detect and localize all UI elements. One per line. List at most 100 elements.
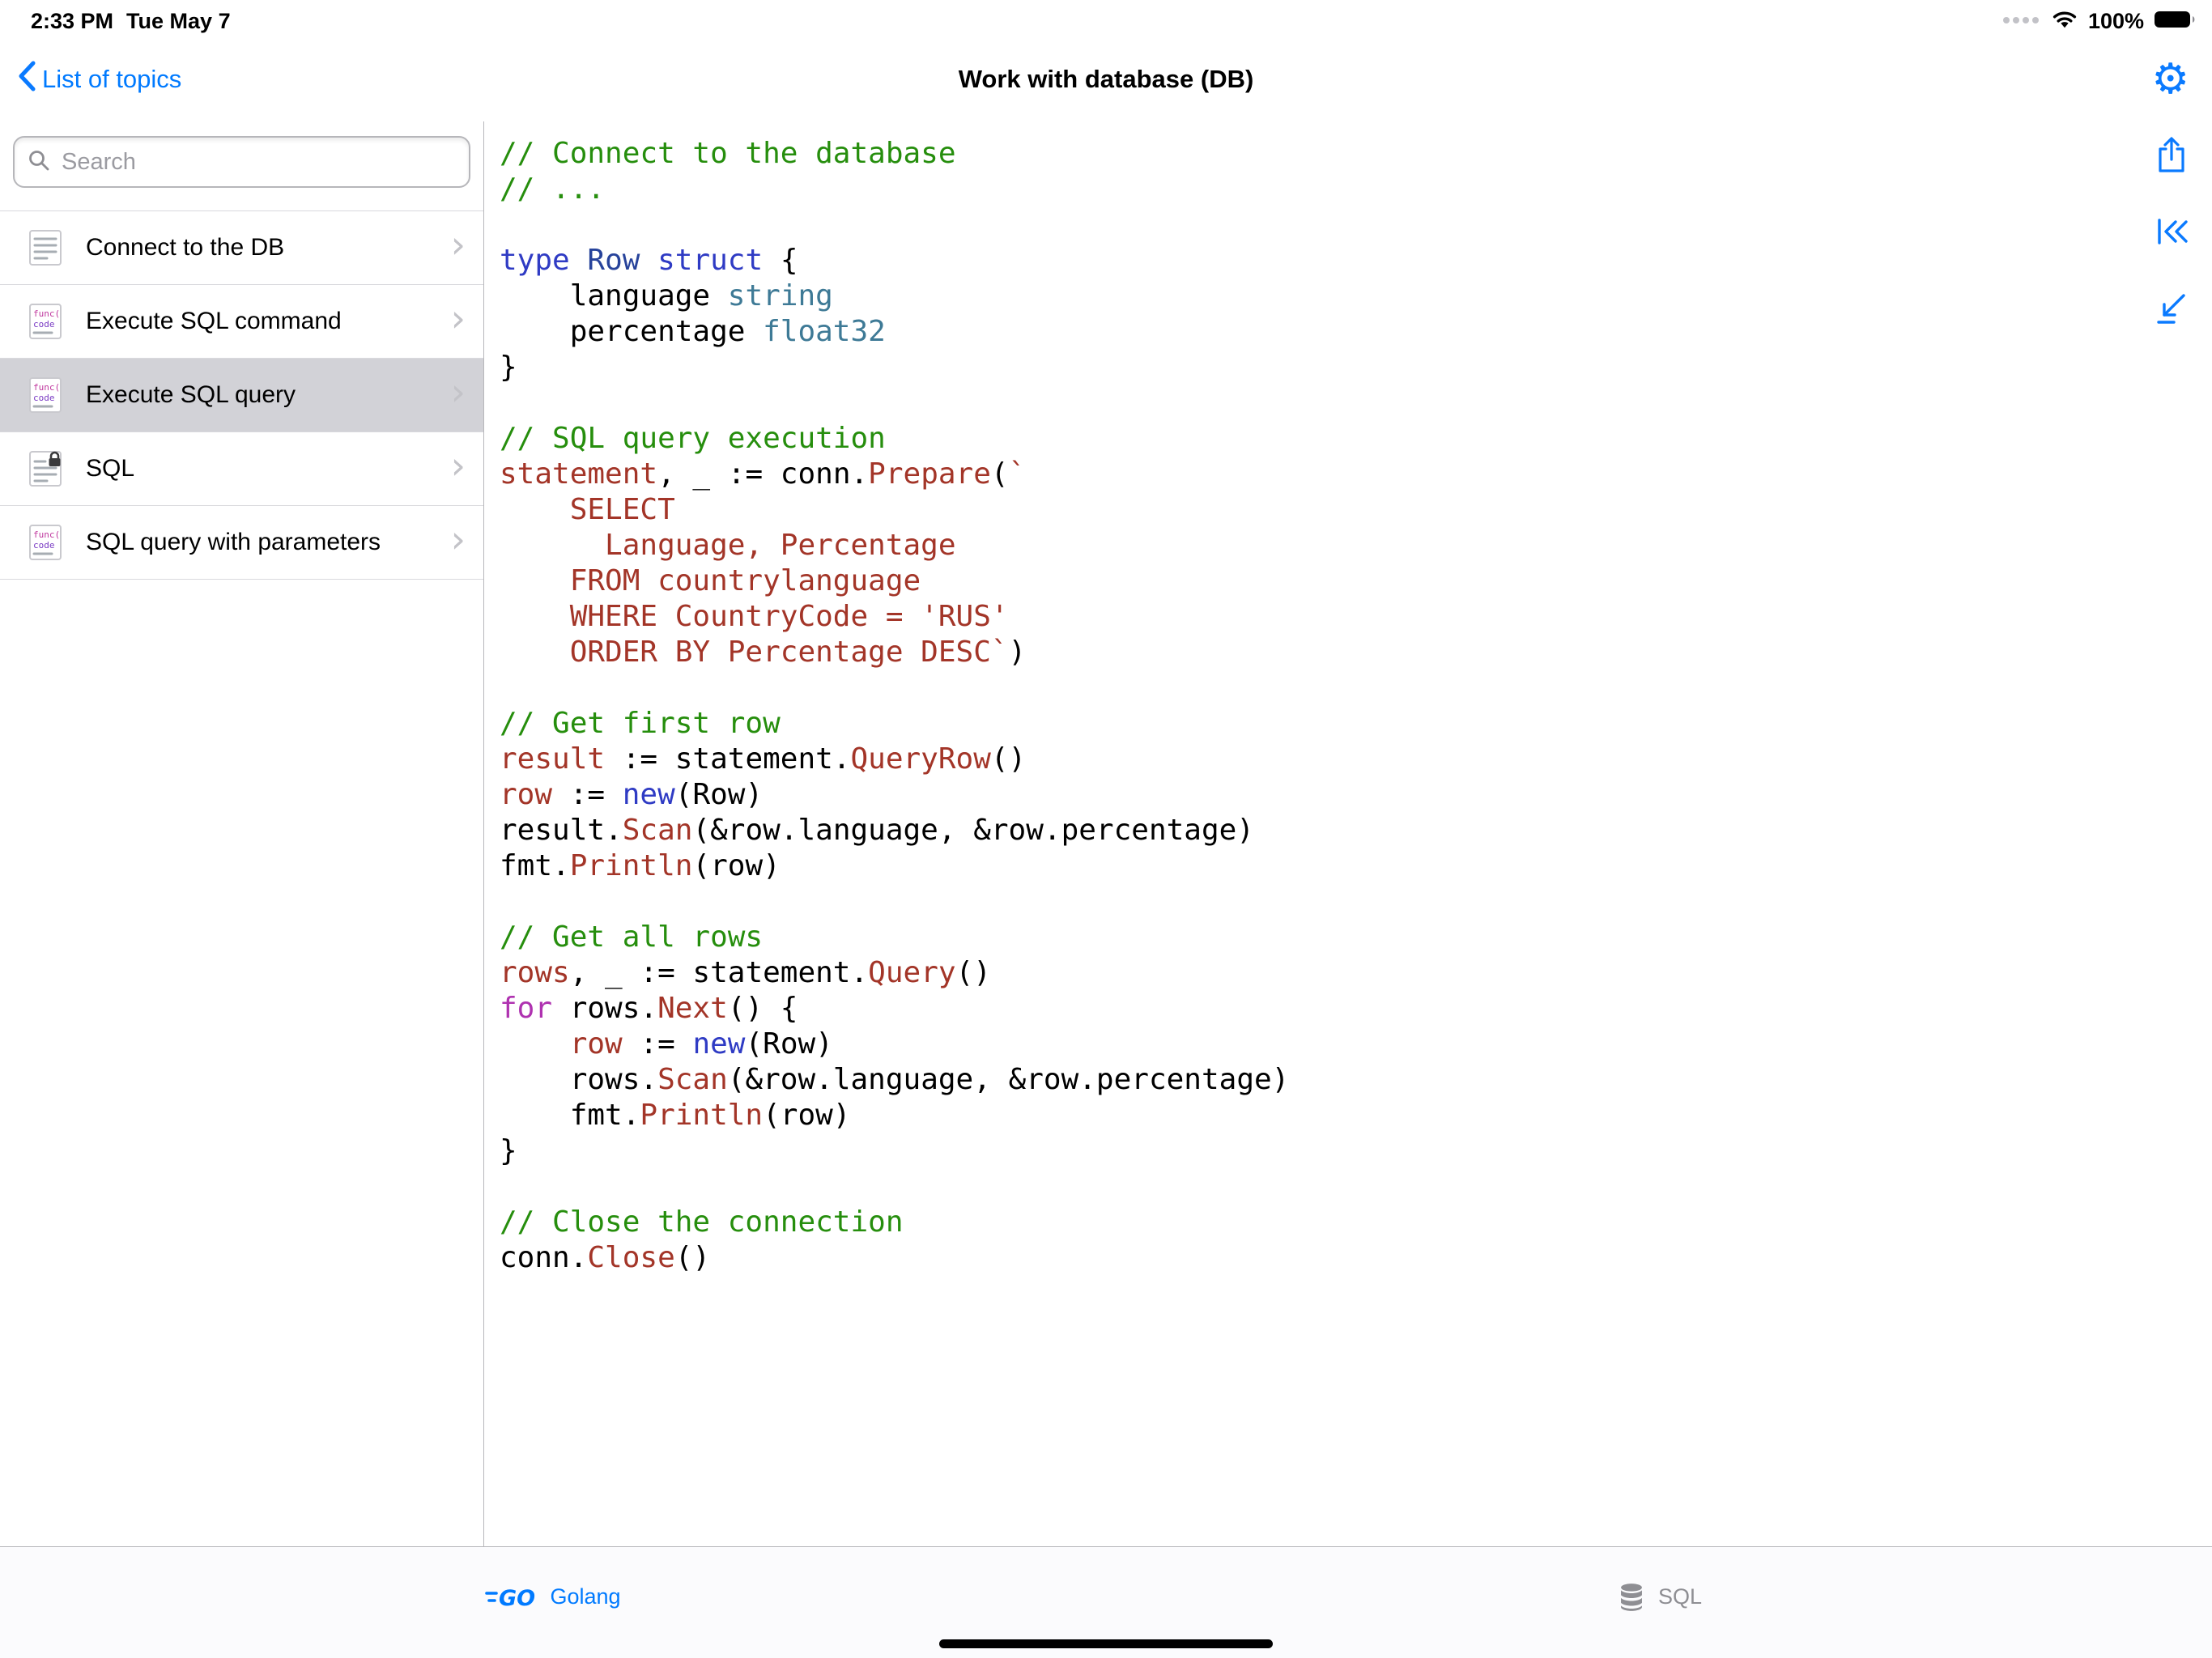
sidebar-item-label: SQL query with parameters [86,529,451,556]
sidebar-item-sql-query-with-parameters[interactable]: func(codeSQL query with parameters› [0,506,483,580]
code-token [640,244,657,277]
code-line: } [500,1133,2123,1169]
code-token: result. [500,814,623,847]
code-token: language [500,279,728,312]
sidebar-item-connect-to-the-db[interactable]: Connect to the DB› [0,211,483,285]
code-token: for [500,992,552,1025]
code-token: , _ := conn. [657,457,868,491]
page-title: Work with database (DB) [959,65,1254,94]
code-token: rows. [500,1063,657,1096]
code-line [500,207,2123,243]
code-token: row [570,1027,623,1061]
search-input[interactable] [60,148,456,176]
back-button[interactable]: List of topics [0,60,186,99]
code-token: () { [728,992,798,1025]
code-line: // Get first row [500,706,2123,742]
code-token: float32 [763,315,886,348]
svg-text:func(: func( [33,308,60,319]
code-token: string [728,279,833,312]
status-right: 100% [2002,9,2196,34]
code-line: fmt.Println(row) [500,848,2123,884]
code-token: // Close the connection [500,1205,904,1239]
code-token: (Row) [675,778,763,811]
code-token: struct [657,244,763,277]
code-line: fmt.Println(row) [500,1098,2123,1133]
code-line: // SQL query execution [500,421,2123,457]
code-token: () [956,956,991,989]
code-token: statement [500,457,657,491]
svg-text:func(: func( [33,382,60,393]
code-token: () [675,1241,710,1274]
code-token: , _ := statement. [570,956,868,989]
code-token: rows [500,956,570,989]
code-line: rows.Scan(&row.language, &row.percentage… [500,1062,2123,1098]
search-icon [28,149,50,176]
sidebar-item-label: Connect to the DB [86,234,451,261]
code-token: rows. [552,992,657,1025]
code-token: Scan [657,1063,728,1096]
status-left: 2:33 PM Tue May 7 [31,9,231,34]
sidebar-item-label: SQL [86,455,451,483]
battery-icon [2154,9,2196,34]
code-token: Query [868,956,955,989]
code-line [500,385,2123,421]
cellular-signal-icon [2002,14,2041,28]
diagonal-collapse-icon [2152,288,2191,327]
code-line: // Connect to the database [500,136,2123,172]
code-block: // Connect to the database// ... type Ro… [500,136,2123,1276]
svg-text:code: code [33,540,55,551]
status-time: 2:33 PM [31,9,113,34]
code-scroll-area[interactable]: // Connect to the database// ... type Ro… [485,121,2212,1546]
code-token: Row [587,244,640,277]
home-indicator[interactable] [939,1639,1273,1648]
code-token: } [500,351,517,384]
code-token: Println [640,1099,763,1132]
code-line: SELECT [500,492,2123,528]
code-line: ORDER BY Percentage DESC`) [500,635,2123,670]
code-token: (&row.language, &row.percentage) [692,814,1254,847]
code-line: percentage float32 [500,314,2123,350]
code-token: (row) [763,1099,850,1132]
collapse-button[interactable] [2152,288,2191,327]
sidebar-item-sql[interactable]: SQL› [0,432,483,506]
code-line: row := new(Row) [500,1027,2123,1062]
code-token: := statement. [605,742,850,776]
code-line: FROM countrylanguage [500,563,2123,599]
code-line: result := statement.QueryRow() [500,742,2123,777]
status-date: Tue May 7 [126,9,231,34]
code-token: ) [1009,636,1027,669]
code-token: (row) [692,849,780,882]
settings-button[interactable]: ⚙ [2151,58,2189,100]
skip-to-start-button[interactable] [2152,212,2191,251]
code-token: // SQL query execution [500,422,886,455]
code-line: } [500,350,2123,385]
code-token: fmt. [500,1099,640,1132]
navigation-bar: List of topics Work with database (DB) ⚙ [0,37,2212,121]
sidebar-item-label: Execute SQL command [86,308,451,335]
code-token: Println [570,849,693,882]
code-token: FROM countrylanguage [500,564,921,597]
lock-document-icon [24,448,66,490]
code-token: (&row.language, &row.percentage) [728,1063,1290,1096]
func-code-icon: func(code [24,521,66,563]
code-token: // Get all rows [500,920,763,954]
document-icon [24,227,66,269]
code-line: WHERE CountryCode = 'RUS' [500,599,2123,635]
code-line: // Close the connection [500,1205,2123,1240]
code-line: for rows.Next() { [500,991,2123,1027]
code-line [500,884,2123,920]
sidebar-item-execute-sql-command[interactable]: func(codeExecute SQL command› [0,285,483,359]
code-token: WHERE CountryCode = 'RUS' [500,600,1009,633]
code-token [500,1027,570,1061]
code-line: language string [500,278,2123,314]
code-token: type [500,244,570,277]
search-field[interactable] [13,136,470,188]
svg-text:func(: func( [33,529,60,540]
sidebar-item-execute-sql-query[interactable]: func(codeExecute SQL query› [0,359,483,432]
back-label: List of topics [42,65,181,94]
code-line: conn.Close() [500,1240,2123,1276]
code-line: type Row struct { [500,243,2123,278]
code-token: Next [657,992,728,1025]
code-line: // Get all rows [500,920,2123,955]
share-button[interactable] [2152,136,2191,175]
